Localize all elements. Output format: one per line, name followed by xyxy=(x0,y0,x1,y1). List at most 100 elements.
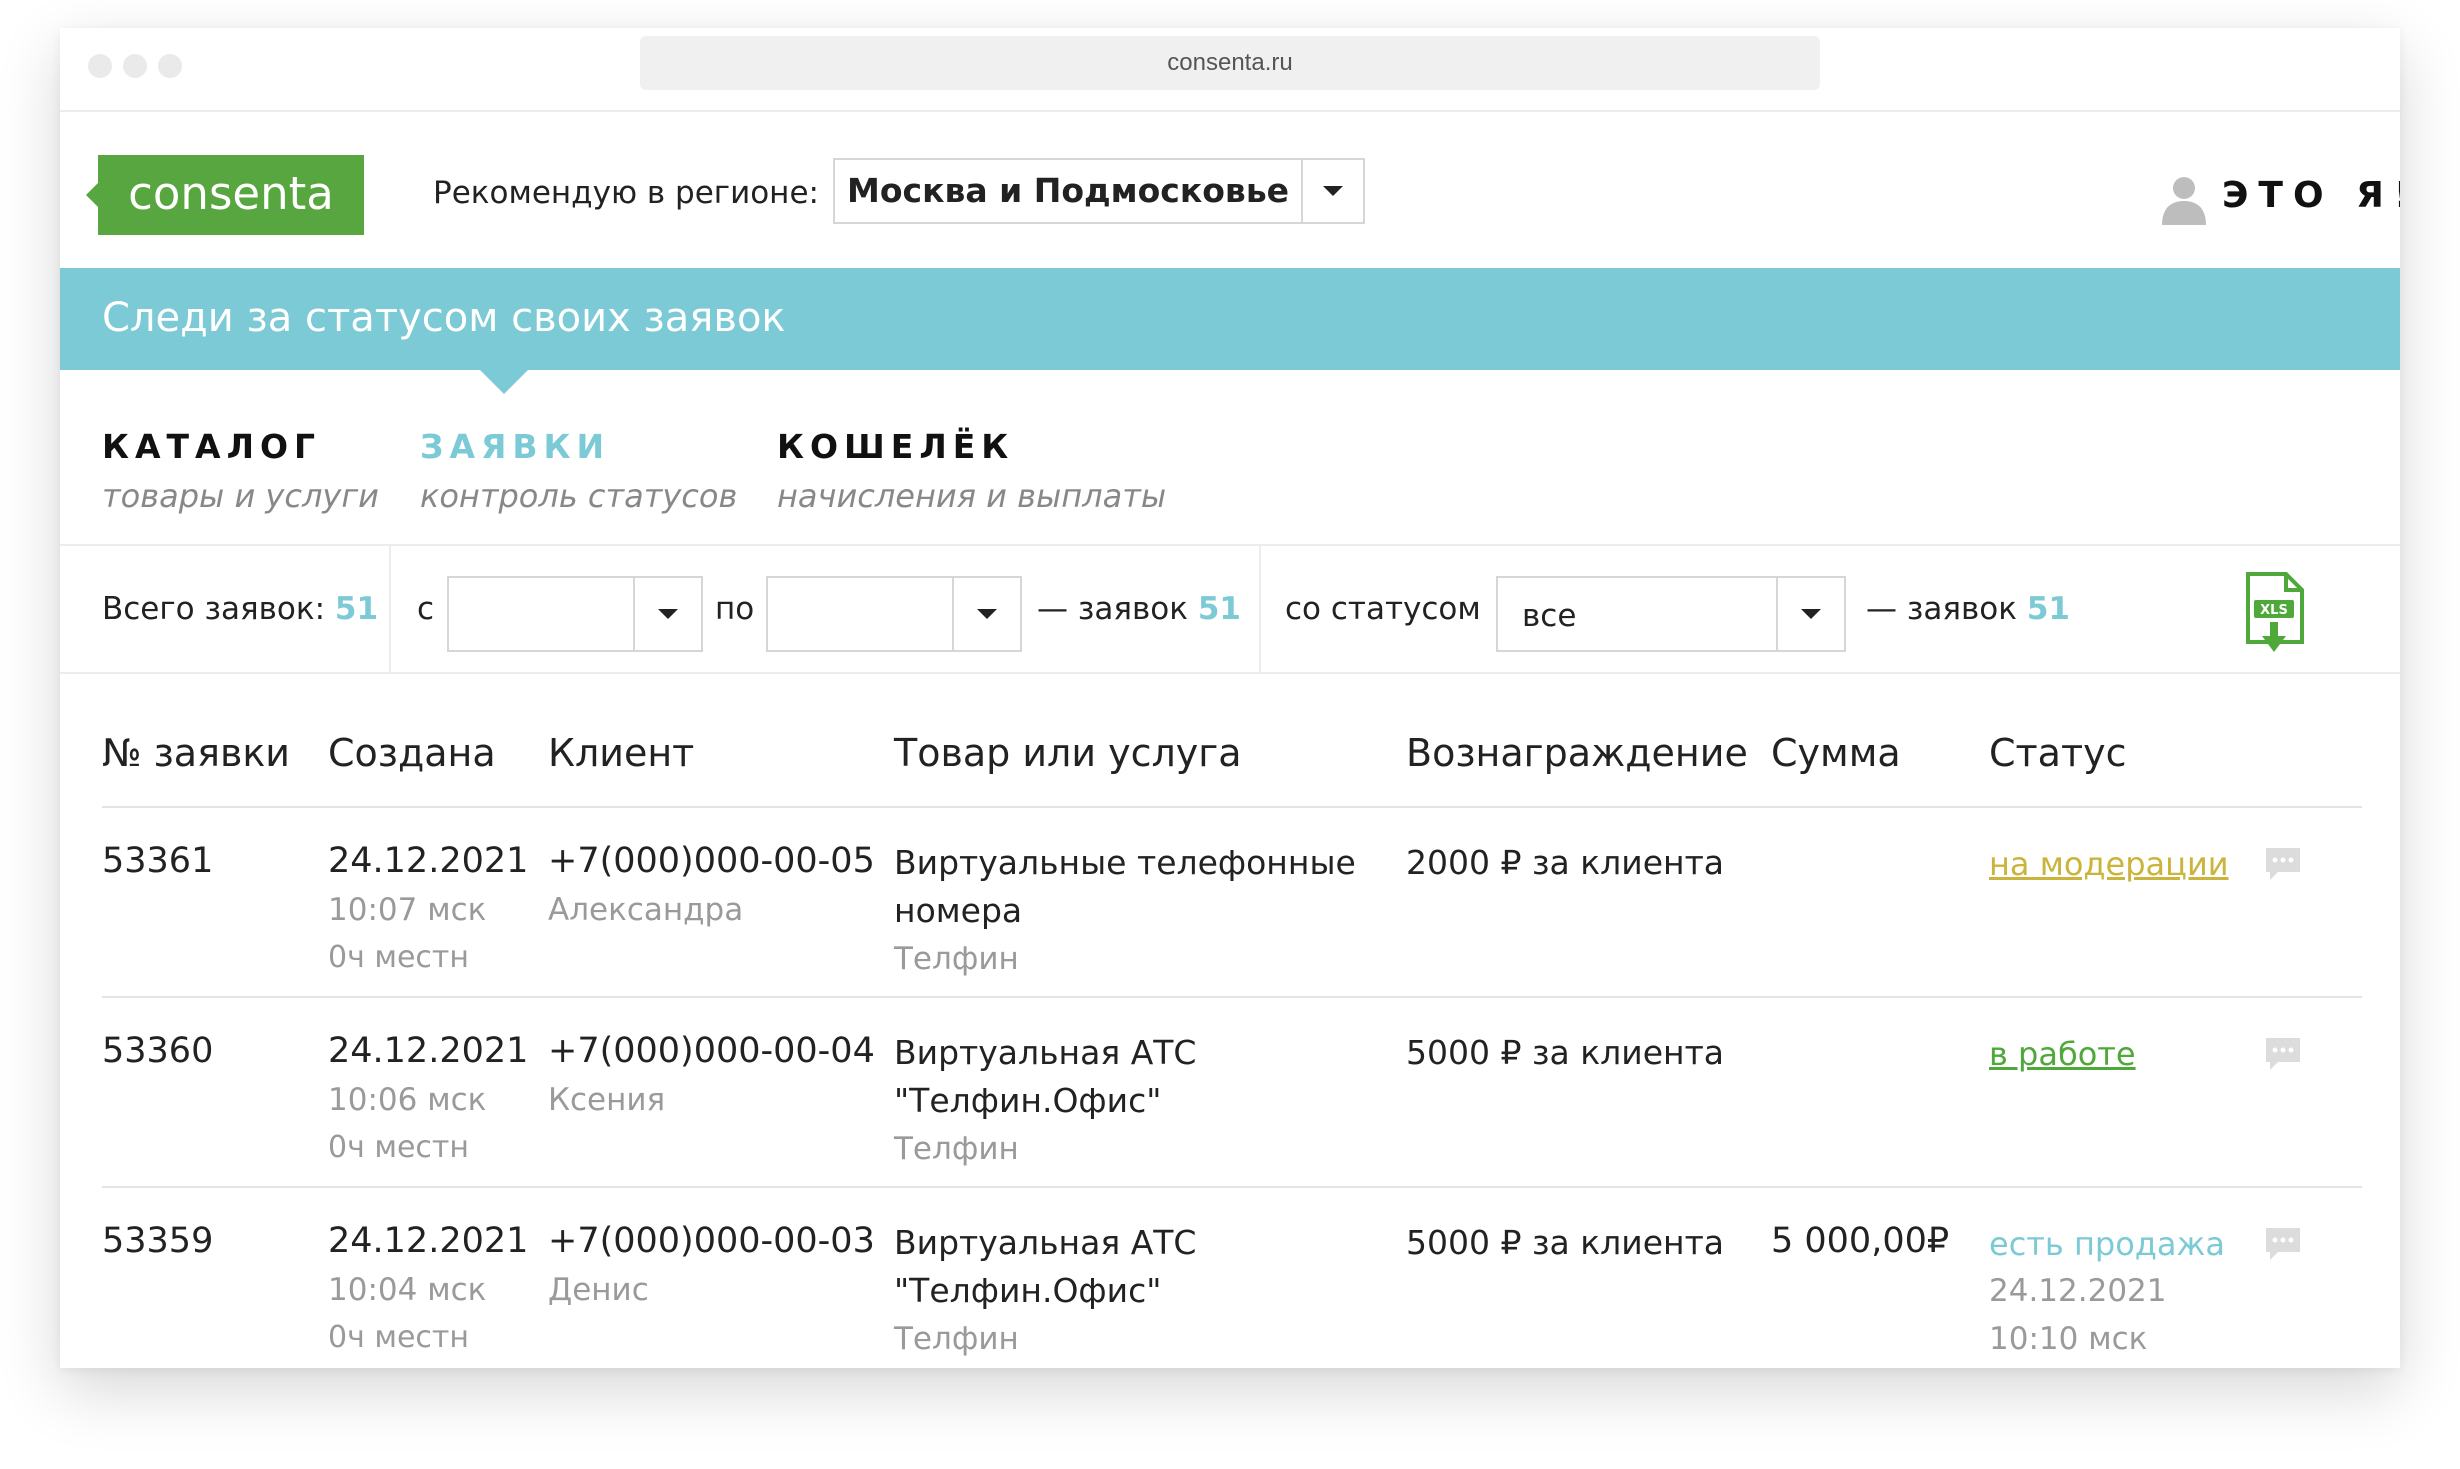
divider xyxy=(389,546,391,672)
status-select[interactable]: все xyxy=(1496,576,1846,652)
banner-title: Следи за статусом своих заявок xyxy=(102,295,786,341)
product-name-cont: "Телфин.Офис" xyxy=(894,1271,1162,1310)
nav-item-subtitle: начисления и выплаты xyxy=(777,477,1167,515)
table-header-divider xyxy=(102,806,2362,808)
status-result: — заявок 51 xyxy=(1866,584,2070,634)
filter-bar: Всего заявок: 51 с по — заявок 51 со ста… xyxy=(60,544,2400,674)
client-phone: +7(000)000-00-03 xyxy=(548,1221,875,1261)
product-vendor: Телфин xyxy=(894,941,1019,977)
client-name: Денис xyxy=(548,1272,649,1308)
product-name-cont: "Телфин.Офис" xyxy=(894,1081,1162,1120)
nav-item-subtitle: товары и услуги xyxy=(102,477,379,515)
nav-item-subtitle: контроль статусов xyxy=(420,477,738,515)
sum: 5 000,00₽ xyxy=(1771,1221,1950,1261)
status-link[interactable]: на модерации xyxy=(1989,840,2229,888)
reward: 5000 ₽ за клиента xyxy=(1406,1223,1725,1262)
client-name: Александра xyxy=(548,892,744,928)
nav-item-title: КАТАЛОГ xyxy=(102,427,322,466)
created-local-time: 0ч местн xyxy=(328,1130,470,1165)
total-label: Всего заявок: xyxy=(102,591,326,627)
product-name: Виртуальные телефонные xyxy=(894,843,1356,882)
nav-item-title: ЗАЯВКИ xyxy=(420,427,611,466)
total-requests: Всего заявок: 51 xyxy=(102,584,378,634)
created-local-time: 0ч местн xyxy=(328,1320,470,1355)
browser-toolbar: consenta.ru xyxy=(60,28,2400,112)
date-from-label: с xyxy=(417,591,435,627)
created-date: 24.12.2021 xyxy=(328,841,529,881)
reward: 2000 ₽ за клиента xyxy=(1406,843,1725,882)
date-to-select[interactable] xyxy=(766,576,1022,652)
request-id: 53360 xyxy=(102,1031,214,1071)
created-time: 10:06 мск xyxy=(328,1082,487,1118)
page-banner: Следи за статусом своих заявок xyxy=(60,268,2400,370)
status-time: 10:10 мск xyxy=(1989,1321,2148,1357)
svg-text:XLS: XLS xyxy=(2260,603,2288,618)
consenta-logo[interactable]: consenta xyxy=(86,155,364,235)
date-from-dropdown-button[interactable] xyxy=(633,578,701,650)
comment-icon[interactable] xyxy=(2264,1226,2302,1262)
product-vendor: Телфин xyxy=(894,1131,1019,1167)
status-link[interactable]: в работе xyxy=(1989,1030,2136,1078)
date-from-select[interactable] xyxy=(447,576,703,652)
nav-item-wallet[interactable]: КОШЕЛЁК начисления и выплаты xyxy=(777,423,1166,521)
chevron-down-icon xyxy=(1323,186,1343,196)
region-select[interactable]: Москва и Подмосковье xyxy=(833,158,1365,224)
status-date: 24.12.2021 xyxy=(1989,1273,2167,1309)
xls-download-icon[interactable]: XLS xyxy=(2240,570,2310,656)
nav-item-requests[interactable]: ЗАЯВКИ контроль статусов xyxy=(420,423,737,521)
column-header-status: Статус xyxy=(1989,731,2127,775)
region-select-value: Москва и Подмосковье xyxy=(847,171,1290,210)
status-select-value: все xyxy=(1522,598,1577,634)
window-close-dot[interactable] xyxy=(88,54,112,78)
column-header-sum: Сумма xyxy=(1771,731,1901,775)
request-id: 53361 xyxy=(102,841,214,881)
nav-item-title: КОШЕЛЁК xyxy=(777,427,1015,466)
range-result: — заявок 51 xyxy=(1037,584,1241,634)
date-to-dropdown-button[interactable] xyxy=(952,578,1020,650)
banner-pointer xyxy=(480,370,528,394)
column-header-reward: Вознаграждение xyxy=(1406,731,1748,775)
user-menu[interactable]: ЭТО Я! xyxy=(2158,173,2400,229)
region-label: Рекомендую в регионе: xyxy=(433,175,819,211)
created-date: 24.12.2021 xyxy=(328,1221,529,1261)
status-filter-label: со статусом xyxy=(1285,591,1481,627)
product-name-cont: номера xyxy=(894,891,1023,930)
chevron-down-icon xyxy=(658,609,678,619)
product-name: Виртуальная АТС xyxy=(894,1033,1197,1072)
comment-icon[interactable] xyxy=(2264,846,2302,882)
column-header-created: Создана xyxy=(328,731,496,775)
user-label: ЭТО Я! xyxy=(2222,175,2400,216)
window-minimize-dot[interactable] xyxy=(123,54,147,78)
region-dropdown-button[interactable] xyxy=(1301,160,1363,222)
product-vendor: Телфин xyxy=(894,1321,1019,1357)
product-name: Виртуальная АТС xyxy=(894,1223,1197,1262)
reward: 5000 ₽ за клиента xyxy=(1406,1033,1725,1072)
status-result-label: — заявок xyxy=(1866,591,2017,627)
request-id: 53359 xyxy=(102,1221,214,1261)
date-to-label: по xyxy=(715,591,755,627)
created-time: 10:04 мск xyxy=(328,1272,487,1308)
divider xyxy=(1259,546,1261,672)
window-maximize-dot[interactable] xyxy=(158,54,182,78)
user-avatar-icon xyxy=(2162,177,2206,225)
created-date: 24.12.2021 xyxy=(328,1031,529,1071)
logo-text: consenta xyxy=(128,167,334,220)
column-header-client: Клиент xyxy=(548,731,695,775)
browser-window: consenta.ru consenta Рекомендую в регион… xyxy=(60,28,2400,1368)
range-result-count: 51 xyxy=(1197,591,1241,627)
status-text[interactable]: есть продажа xyxy=(1989,1220,2225,1268)
comment-icon[interactable] xyxy=(2264,1036,2302,1072)
total-count: 51 xyxy=(334,591,379,627)
address-bar[interactable]: consenta.ru xyxy=(640,36,1820,90)
created-local-time: 0ч местн xyxy=(328,940,470,975)
status-dropdown-button[interactable] xyxy=(1776,578,1844,650)
client-phone: +7(000)000-00-04 xyxy=(548,1031,875,1071)
client-name: Ксения xyxy=(548,1082,666,1118)
chevron-down-icon xyxy=(1801,609,1821,619)
row-divider xyxy=(102,996,2362,998)
created-time: 10:07 мск xyxy=(328,892,487,928)
row-divider xyxy=(102,1186,2362,1188)
nav-item-catalog[interactable]: КАТАЛОГ товары и услуги xyxy=(102,423,379,521)
column-header-product: Товар или услуга xyxy=(894,731,1242,775)
column-header-id: № заявки xyxy=(102,731,290,775)
